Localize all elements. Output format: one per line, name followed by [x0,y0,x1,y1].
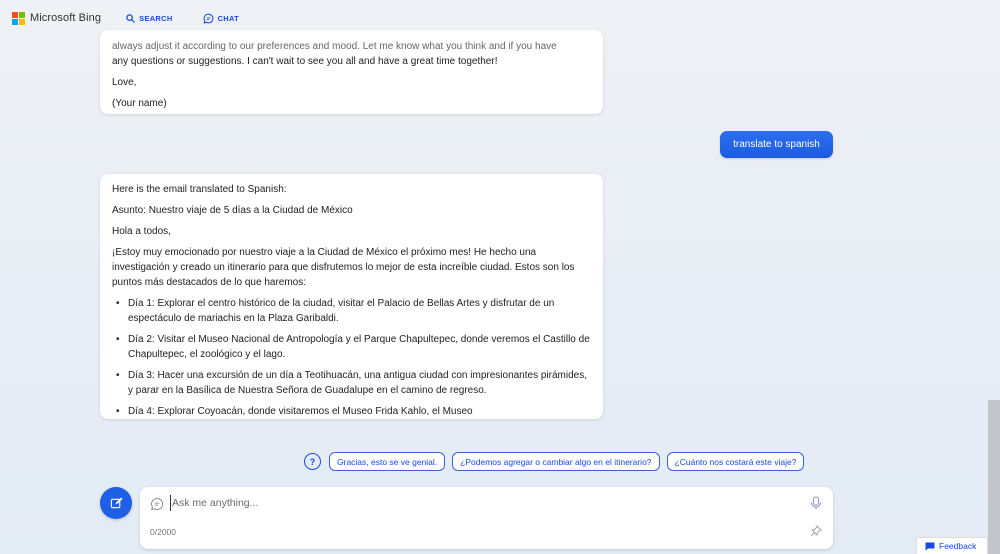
ask-input[interactable] [170,495,770,511]
bot-message-translation: Here is the email translated to Spanish:… [100,174,603,419]
message-text: (Your name) [112,98,167,109]
list-item: Día 2: Visitar el Museo Nacional de Antr… [116,332,591,362]
bing-logo[interactable]: Microsoft Bing [12,11,102,25]
pin-icon[interactable] [810,525,822,537]
scrollbar-thumb[interactable] [988,400,1000,554]
reply-intro: Here is the email translated to Spanish: [112,184,287,195]
message-text: Love, [112,77,137,88]
list-item: Día 1: Explorar el centro histórico de l… [116,296,591,326]
tab-search-label: SEARCH [139,13,173,23]
reply-greeting: Hola a todos, [112,226,171,237]
new-topic-icon [110,496,123,508]
suggestion-bar: ? Gracias, esto se ve genial. ¿Podemos a… [304,452,811,471]
message-text: always adjust it according to our prefer… [112,41,557,52]
microphone-icon[interactable] [810,496,822,510]
list-item: Día 4: Explorar Coyoacán, donde visitare… [116,404,591,419]
reply-paragraph: ¡Estoy muy emocionado por nuestro viaje … [112,247,575,288]
help-icon[interactable]: ? [304,453,321,470]
message-text: any questions or suggestions. I can't wa… [112,56,498,67]
tab-chat-label: CHAT [217,13,240,23]
feedback-label: Feedback [939,541,977,551]
chat-icon [203,13,213,24]
new-topic-button[interactable] [100,487,132,519]
feedback-button[interactable]: Feedback [916,537,988,554]
chat-bubble-icon [151,497,164,511]
itinerary-list: Día 1: Explorar el centro histórico de l… [116,296,591,419]
suggestion-chip[interactable]: ¿Cuánto nos costará este viaje? [666,452,805,471]
search-icon [126,13,135,23]
reply-subject: Asunto: Nuestro viaje de 5 días a la Ciu… [112,205,353,216]
chat-composer: 0/2000 [140,487,833,549]
bot-message-previous: always adjust it according to our prefer… [100,30,603,114]
user-message: translate to spanish [720,131,833,158]
list-item: Día 3: Hacer una excursión de un día a T… [116,368,591,398]
feedback-icon [925,542,935,550]
brand-name: Microsoft Bing [30,12,102,24]
suggestion-chip[interactable]: Gracias, esto se ve genial. [329,452,446,471]
microsoft-logo-icon [12,11,25,25]
character-counter: 0/2000 [150,527,176,537]
suggestion-chip[interactable]: ¿Podemos agregar o cambiar algo en el it… [452,452,660,471]
